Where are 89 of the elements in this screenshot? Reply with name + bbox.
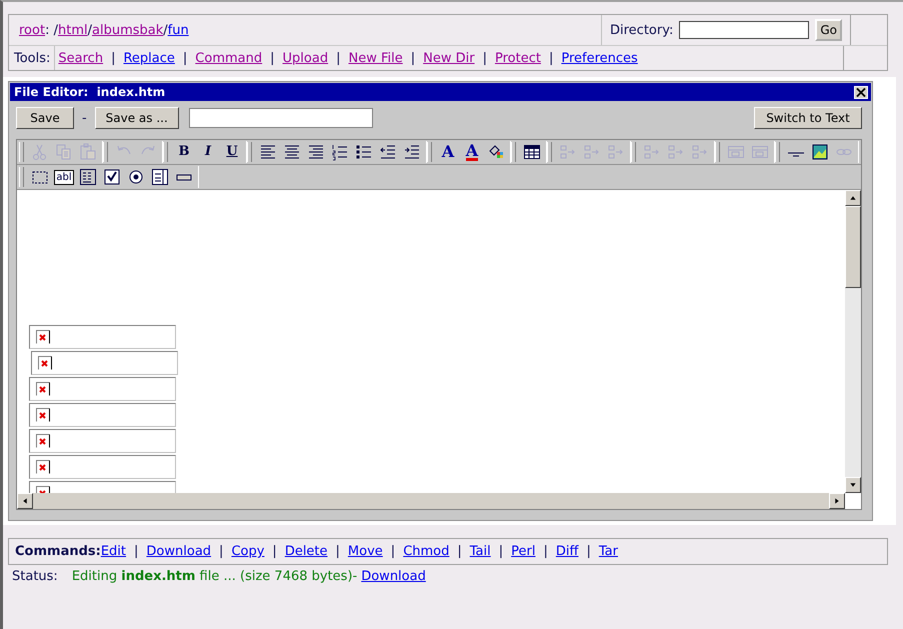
tools-label: Tools: <box>9 46 56 70</box>
file-action-link[interactable]: Tail <box>470 544 491 559</box>
tool-link[interactable]: Protect <box>494 50 541 66</box>
align-center-icon[interactable] <box>283 143 301 161</box>
align-right-icon[interactable] <box>307 143 325 161</box>
text-field-button[interactable]: abl <box>54 170 74 184</box>
save-as-button[interactable]: Save as ... <box>94 107 179 129</box>
fill-icon[interactable] <box>487 143 505 161</box>
checkbox-icon[interactable] <box>103 168 121 186</box>
broken-image-icon <box>38 356 52 370</box>
broken-image-icon <box>36 330 50 344</box>
tool-link[interactable]: Upload <box>282 50 328 66</box>
directory-label: Directory: <box>610 22 674 38</box>
file-action-link[interactable]: Download <box>146 544 212 559</box>
ordered-list-icon[interactable] <box>331 143 349 161</box>
file-action-link[interactable]: Edit <box>100 544 126 559</box>
link-separator: | <box>133 544 140 559</box>
scroll-down-icon[interactable] <box>845 477 861 493</box>
link-separator: | <box>271 544 278 559</box>
link-separator: | <box>410 50 416 66</box>
path-separator: / <box>88 22 92 38</box>
link-separator: | <box>335 50 342 66</box>
tool-link[interactable]: Command <box>195 50 262 66</box>
path-link[interactable]: html <box>58 22 88 38</box>
file-action-link[interactable]: Chmod <box>403 544 450 559</box>
broken-image-icon <box>36 382 50 396</box>
dash-text: - <box>82 110 87 126</box>
file-name-field[interactable] <box>188 108 373 128</box>
file-action-link[interactable]: Copy <box>231 544 264 559</box>
link-separator: | <box>182 50 188 66</box>
image-icon[interactable] <box>811 143 829 161</box>
table-icon[interactable] <box>523 143 541 161</box>
file-action-link[interactable]: Diff <box>556 544 578 559</box>
commands-label: Commands: <box>15 544 101 559</box>
path-link[interactable]: albumsbak <box>92 22 164 38</box>
link-separator: | <box>456 544 463 559</box>
vertical-scrollbar[interactable] <box>845 190 861 493</box>
link-separator: | <box>542 544 549 559</box>
file-action-link[interactable]: Tar <box>598 544 618 559</box>
go-button[interactable]: Go <box>815 19 842 41</box>
tool-link[interactable]: New Dir <box>423 50 475 66</box>
download-link[interactable]: Download <box>361 569 426 584</box>
path-separator: / <box>163 22 168 38</box>
file-action-link[interactable]: Move <box>348 544 383 559</box>
link-separator: | <box>498 544 504 559</box>
broken-image-icon <box>36 408 50 422</box>
close-icon[interactable] <box>854 86 868 98</box>
broken-image-icon <box>36 460 50 474</box>
scroll-thumb[interactable] <box>845 206 861 288</box>
path-link[interactable]: fun <box>168 22 189 38</box>
link-separator: | <box>585 544 592 559</box>
horizontal-scrollbar[interactable] <box>17 493 845 509</box>
radio-icon[interactable] <box>127 168 145 186</box>
indent-icon[interactable] <box>403 143 421 161</box>
italic-button[interactable]: I <box>204 144 212 160</box>
path-link[interactable]: root <box>19 22 46 38</box>
tool-link[interactable]: New File <box>348 50 403 66</box>
file-action-link[interactable]: Perl <box>511 544 536 559</box>
directory-field[interactable] <box>679 21 810 39</box>
select-icon[interactable] <box>151 168 169 186</box>
path-separator: : / <box>45 22 58 38</box>
tool-link[interactable]: Replace <box>123 50 175 66</box>
status-message: Editing index.htm file ... (size 7468 bytes)- <box>72 569 358 584</box>
status-label: Status: <box>12 569 58 584</box>
link-separator: | <box>390 544 396 559</box>
link-separator: | <box>548 50 554 66</box>
save-button[interactable]: Save <box>16 107 74 129</box>
scroll-right-icon[interactable] <box>829 493 845 509</box>
link-separator: | <box>482 50 488 66</box>
tool-link[interactable]: Search <box>58 50 104 66</box>
bullet-list-icon[interactable] <box>355 143 373 161</box>
file-action-link[interactable]: Delete <box>284 544 328 559</box>
broken-image-icon <box>36 434 50 448</box>
text-area-icon[interactable] <box>79 168 97 186</box>
scroll-left-icon[interactable] <box>17 493 33 509</box>
outdent-icon[interactable] <box>379 143 397 161</box>
link-separator: | <box>110 50 116 66</box>
switch-to-text-button[interactable]: Switch to Text <box>754 107 862 129</box>
tool-link[interactable]: Preferences <box>561 50 638 66</box>
link-separator: | <box>269 50 276 66</box>
underline-button[interactable]: U <box>226 144 238 160</box>
bold-button[interactable]: B <box>178 144 190 160</box>
align-left-icon[interactable] <box>259 143 277 161</box>
window-title: File Editor: index.htm <box>14 85 166 99</box>
scroll-up-icon[interactable] <box>845 190 861 206</box>
font-color-button[interactable]: A <box>442 144 454 160</box>
link-separator: | <box>218 544 224 559</box>
text-color-button[interactable]: A <box>466 144 478 160</box>
link-separator: | <box>334 544 341 559</box>
